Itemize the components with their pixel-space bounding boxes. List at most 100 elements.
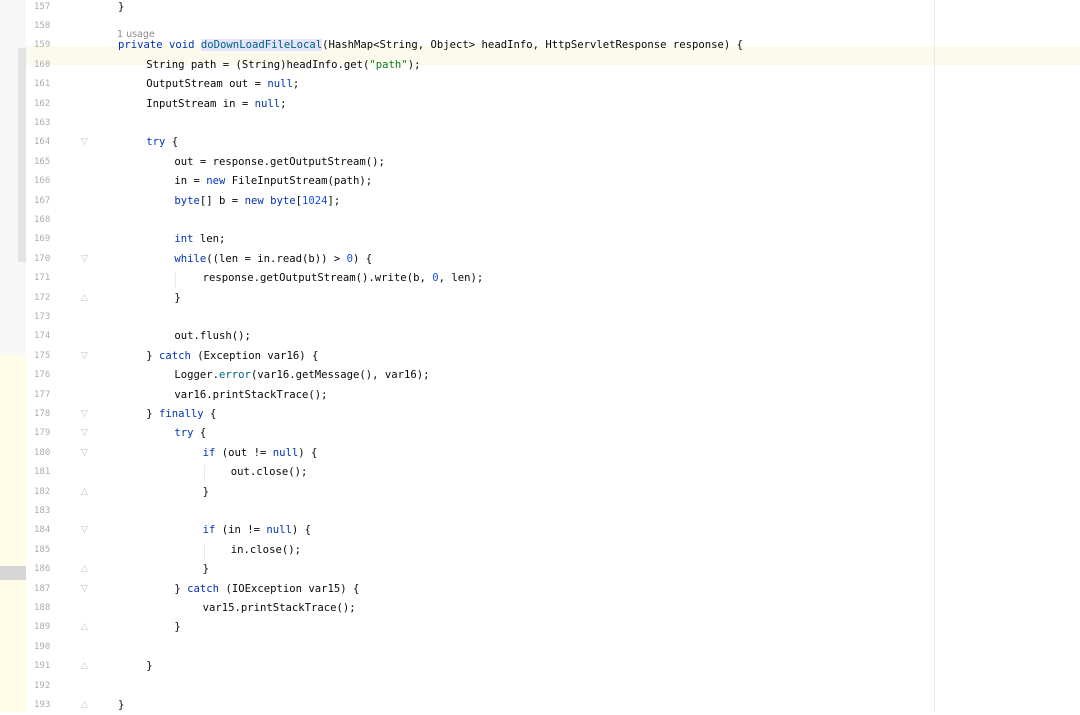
line-number[interactable]: 164 bbox=[34, 133, 64, 152]
code-line[interactable]: 174 out.flush(); bbox=[0, 327, 1080, 346]
line-number[interactable]: 187 bbox=[34, 580, 64, 599]
code-line[interactable]: 184 ▽ if (in != null) { bbox=[0, 521, 1080, 540]
line-number[interactable]: 173 bbox=[34, 308, 64, 327]
code-text: } bbox=[203, 560, 209, 579]
line-number[interactable]: 181 bbox=[34, 463, 64, 482]
code-line[interactable]: 162 InputStream in = null; bbox=[0, 95, 1080, 114]
code-line[interactable]: 180 ▽ if (out != null) { bbox=[0, 444, 1080, 463]
line-number[interactable]: 171 bbox=[34, 269, 64, 288]
line-number[interactable]: 157 bbox=[34, 0, 64, 17]
code-line[interactable]: 178 ▽ } finally { bbox=[0, 405, 1080, 424]
code-line[interactable]: 166 in = new FileInputStream(path); bbox=[0, 172, 1080, 191]
code-line[interactable]: 182 △} bbox=[0, 483, 1080, 502]
code-line[interactable]: 176 Logger.error(var16.getMessage(), var1… bbox=[0, 366, 1080, 385]
code-line[interactable]: 165 out = response.getOutputStream(); bbox=[0, 153, 1080, 172]
line-number[interactable]: 183 bbox=[34, 502, 64, 521]
code-text: InputStream in = null; bbox=[146, 95, 286, 114]
code-token: (in != bbox=[221, 524, 267, 537]
code-token: len; bbox=[199, 233, 226, 246]
line-number[interactable]: 158 bbox=[34, 17, 64, 36]
line-number[interactable]: 179 bbox=[34, 424, 64, 443]
code-line[interactable]: 186 △} bbox=[0, 560, 1080, 579]
fold-close-icon[interactable]: △ bbox=[80, 657, 89, 676]
code-line[interactable]: 185 in.close(); bbox=[0, 541, 1080, 560]
code-line[interactable]: 188 var15.printStackTrace(); bbox=[0, 599, 1080, 618]
code-token: in.close(); bbox=[230, 543, 301, 556]
line-number[interactable]: 191 bbox=[34, 657, 64, 676]
fold-close-icon[interactable]: △ bbox=[80, 560, 89, 579]
line-number[interactable]: 180 bbox=[34, 444, 64, 463]
line-number[interactable]: 167 bbox=[34, 192, 64, 211]
code-line[interactable]: 171 response.getOutputStream().write(b, 0… bbox=[0, 269, 1080, 288]
fold-open-icon[interactable]: ▽ bbox=[80, 133, 89, 152]
fold-open-icon[interactable]: ▽ bbox=[80, 444, 89, 463]
line-number[interactable]: 186 bbox=[34, 560, 64, 579]
code-line[interactable]: 159 private void doDownLoadFileLocal(Hash… bbox=[0, 36, 1080, 55]
code-line[interactable]: 170 ▽ while((len = in.read(b)) > 0) { bbox=[0, 250, 1080, 269]
line-number[interactable]: 172 bbox=[34, 289, 64, 308]
code-line[interactable]: 175 ▽} catch (Exception var16) { bbox=[0, 347, 1080, 366]
code-line[interactable]: 193 △} bbox=[0, 696, 1080, 715]
code-line[interactable]: 192 bbox=[0, 677, 1080, 696]
line-number[interactable]: 175 bbox=[34, 347, 64, 366]
line-number[interactable]: 159 bbox=[34, 36, 64, 55]
line-number[interactable]: 185 bbox=[34, 541, 64, 560]
line-number[interactable]: 168 bbox=[34, 211, 64, 230]
line-number[interactable]: 161 bbox=[34, 75, 64, 94]
code-line[interactable]: 177 var16.printStackTrace(); bbox=[0, 386, 1080, 405]
line-number[interactable]: 174 bbox=[34, 327, 64, 346]
line-number[interactable]: 176 bbox=[34, 366, 64, 385]
code-line[interactable]: 163 bbox=[0, 114, 1080, 133]
code-line[interactable]: 167 byte[] b = new byte[1024]; bbox=[0, 192, 1080, 211]
line-number[interactable]: 182 bbox=[34, 483, 64, 502]
fold-open-icon[interactable]: ▽ bbox=[80, 405, 89, 424]
line-number[interactable]: 162 bbox=[34, 95, 64, 114]
code-line[interactable]: 164 ▽ try { bbox=[0, 133, 1080, 152]
fold-open-icon[interactable]: ▽ bbox=[80, 250, 89, 269]
code-line[interactable]: 160 String path = (String)headInfo.get("p… bbox=[0, 56, 1080, 75]
code-token: if bbox=[202, 524, 222, 537]
code-line[interactable]: 189 △} bbox=[0, 618, 1080, 637]
fold-open-icon[interactable]: ▽ bbox=[80, 521, 89, 540]
code-token: null bbox=[266, 524, 292, 537]
fold-open-icon[interactable]: ▽ bbox=[80, 424, 89, 443]
code-line[interactable]: 158 bbox=[0, 17, 1080, 36]
fold-close-icon[interactable]: △ bbox=[80, 483, 89, 502]
line-number[interactable]: 160 bbox=[34, 56, 64, 75]
code-text: Logger.error(var16.getMessage(), var16); bbox=[174, 366, 429, 385]
fold-close-icon[interactable]: △ bbox=[80, 618, 89, 637]
code-line[interactable]: 181 out.close(); bbox=[0, 463, 1080, 482]
code-text: } finally { bbox=[146, 405, 216, 424]
code-line[interactable]: 190 bbox=[0, 638, 1080, 657]
line-number[interactable]: 177 bbox=[34, 386, 64, 405]
fold-open-icon[interactable]: ▽ bbox=[80, 580, 89, 599]
line-number[interactable]: 188 bbox=[34, 599, 64, 618]
line-number[interactable]: 189 bbox=[34, 618, 64, 637]
code-editor[interactable]: 1 usage 157} 158 159 private void doDownLoa… bbox=[0, 0, 1080, 712]
code-line[interactable]: 169 int len; bbox=[0, 230, 1080, 249]
code-line[interactable]: 187 ▽} catch (IOException var15) { bbox=[0, 580, 1080, 599]
fold-close-icon[interactable]: △ bbox=[80, 696, 89, 715]
line-number[interactable]: 165 bbox=[34, 153, 64, 172]
line-number[interactable]: 170 bbox=[34, 250, 64, 269]
fold-open-icon[interactable]: ▽ bbox=[80, 347, 89, 366]
line-number[interactable]: 193 bbox=[34, 696, 64, 715]
code-line[interactable]: 157} bbox=[0, 0, 1080, 17]
code-line[interactable]: 173 bbox=[0, 308, 1080, 327]
line-number[interactable]: 166 bbox=[34, 172, 64, 191]
code-line[interactable]: 172 △} bbox=[0, 289, 1080, 308]
code-line[interactable]: 183 bbox=[0, 502, 1080, 521]
line-number[interactable]: 169 bbox=[34, 230, 64, 249]
line-number[interactable]: 163 bbox=[34, 114, 64, 133]
code-line[interactable]: 168 bbox=[0, 211, 1080, 230]
code-line[interactable]: 179 ▽ try { bbox=[0, 424, 1080, 443]
code-line[interactable]: 161 OutputStream out = null; bbox=[0, 75, 1080, 94]
line-number[interactable]: 192 bbox=[34, 677, 64, 696]
line-number[interactable]: 184 bbox=[34, 521, 64, 540]
fold-close-icon[interactable]: △ bbox=[80, 289, 89, 308]
code-line[interactable]: 191 △} bbox=[0, 657, 1080, 676]
code-text: if (out != null) { bbox=[203, 444, 318, 463]
line-number[interactable]: 178 bbox=[34, 405, 64, 424]
code-token: (HashMap<String, Object> headInfo, HttpS… bbox=[322, 39, 744, 52]
line-number[interactable]: 190 bbox=[34, 638, 64, 657]
